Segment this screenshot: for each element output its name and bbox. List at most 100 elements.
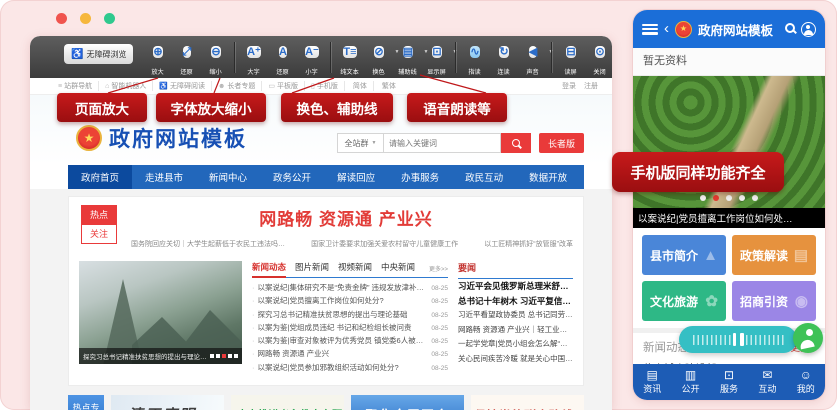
mobile-tile[interactable]: 文化旅游 ✿ [642,281,726,321]
voice-assistant-button[interactable] [793,323,823,353]
special-banner[interactable]: 大力推进义务教育专题 [231,395,344,410]
login-link[interactable]: 登录 [562,81,576,91]
toolbar-button[interactable]: ∿ 指读 [461,41,488,76]
news-list-item[interactable]: · 以案为鉴|党组成员违纪 书记和纪检组长被问责 08-25 [252,322,448,335]
brief-item[interactable]: 关心民间疾苦冷暖 就是关心中国经济冷暖 [458,352,573,367]
carousel-dot[interactable] [228,354,232,358]
toolbar-button[interactable]: ⤢ 还原 [173,41,200,76]
carousel-dot[interactable] [752,195,758,201]
carousel-dot-active[interactable] [713,195,719,201]
mobile-nav-item[interactable]: ✉ 互动 [748,364,786,400]
mobile-nav-item[interactable]: ☺ 我的 [787,364,825,400]
nav-item[interactable]: 新闻中心 [196,165,260,189]
nav-item[interactable]: 办事服务 [388,165,452,189]
mobile-tile[interactable]: 招商引资 ◉ [732,281,816,321]
more-link[interactable]: 更多>> [429,264,448,273]
nav-item[interactable]: 走进县市 [132,165,196,189]
carousel-dot[interactable] [726,195,732,201]
carousel-dot[interactable] [700,195,706,201]
carousel-dot[interactable] [234,354,238,358]
nav-item[interactable]: 解读回应 [324,165,388,189]
hot-link[interactable]: 国务院回应关切｜大学生起薪低于农民工违法吗… [131,239,285,249]
brief-item[interactable]: 一起学党章|党员小组会怎么解“共产主义渺茫论” [458,337,573,352]
news-list-item[interactable]: · 以案为鉴|审查对象被评为优秀党员 镇党委6人被问责 08-25 [252,335,448,348]
toolbar-button[interactable]: A 还原 [269,41,296,76]
utility-link[interactable]: ≡ 站群导航 [52,81,99,91]
search-scope-select[interactable]: 全站群 ▼ [337,133,383,153]
search-button[interactable] [501,133,531,153]
news-list-item[interactable]: · 探究习总书记精准扶贫思想的提出与理论基础 08-25 [252,309,448,322]
utility-link[interactable]: ▯ 手机版 [305,81,345,91]
utility-link[interactable]: ▭ 平板版 [262,81,305,91]
tab-news[interactable]: 图片新闻 [295,261,329,273]
elder-version-button[interactable]: 长者版 [539,133,584,153]
nav-item[interactable]: 政府首页 [68,165,132,189]
toolbar-button[interactable]: ⊖ 缩小 [202,41,229,76]
hot-link[interactable]: 国家卫计委要求加强关爱农村留守儿童健康工作 [311,239,458,249]
utility-link[interactable]: ⌂ 智能机器人 [99,81,153,91]
toolbar-button[interactable]: ◀ ▼ 声音 [519,41,546,76]
user-icon[interactable] [801,22,816,37]
mobile-nav-item[interactable]: ▤ 资讯 [633,364,671,400]
news-list-item[interactable]: · 网路畅 资源通 产业兴 08-25 [252,348,448,361]
carousel-dot[interactable] [216,354,220,358]
toolbar-button-icon: A⁺ [240,41,267,63]
toolbar-button-label: 声音 [520,66,546,76]
toolbar-button[interactable]: A⁻ 小字 [298,41,325,76]
close-window-button[interactable] [56,13,67,24]
utility-link[interactable]: ♿ 无障碍阅读 [153,81,212,91]
site-logo[interactable]: ★ 政府网站模板 [76,123,247,153]
toolbar-button[interactable]: ▤ ▼ 辅助线 [394,41,421,76]
news-carousel[interactable]: 探究习总书记精准扶贫思想的提出与理论基础 [79,261,242,364]
maximize-window-button[interactable] [104,13,115,24]
search-input[interactable] [383,133,501,153]
accessibility-toggle-button[interactable]: ♿ 无障碍浏览 [64,44,133,64]
news-list-item[interactable]: · 以案说纪|党员擅离工作岗位如何处分? 08-25 [252,295,448,308]
toolbar-button-label: 还原 [270,66,296,76]
toolbar-button[interactable]: ⊙ 关闭 [586,41,612,76]
carousel-dot[interactable] [210,354,214,358]
news-list-item[interactable]: · 以案说纪|集体研究不是“免责金牌” 违规发放津补贴被… 08-25 [252,282,448,295]
toolbar-button[interactable]: ⊡ ▼ 显示屏 [423,41,450,76]
special-banner[interactable]: 坚持党的群众路线 [471,395,584,410]
tab-news[interactable]: 视频新闻 [338,261,372,273]
utility-link[interactable]: ☻ 长者专题 [212,81,262,91]
tab-news[interactable]: 中央新闻 [381,261,415,273]
register-link[interactable]: 注册 [584,81,598,91]
brief-item[interactable]: 习近平看望政协委员 总书记同劳动人民在一起 [458,308,573,323]
carousel-dot-active[interactable] [222,354,226,358]
mobile-nav-item[interactable]: ▥ 公开 [671,364,709,400]
mobile-carousel-caption[interactable]: 以案说纪|党员擅离工作岗位如何处… [633,208,825,228]
toolbar-button[interactable]: ↻ 连读 [490,41,517,76]
nav-item[interactable]: 政民互动 [452,165,516,189]
hot-link[interactable]: 以工匠精神抓好“放管服”改革 [484,239,573,249]
mobile-nav-item[interactable]: ⊡ 服务 [710,364,748,400]
hot-headline[interactable]: 网路畅 资源通 产业兴 [79,205,573,230]
toolbar-button[interactable]: T≡ 纯文本 [336,41,363,76]
brief-item[interactable]: 网路畅 资源通 产业兴｜轻工业调整和振兴规划 [458,323,573,338]
utility-link[interactable]: 繁体 [374,81,402,91]
utility-link[interactable]: 简体 [345,81,374,91]
carousel-dot[interactable] [739,195,745,201]
search-icon[interactable] [785,20,795,38]
mobile-tile[interactable]: 县市简介 ▲ [642,235,726,275]
back-icon[interactable]: ‹ [664,21,669,36]
tab-news-active[interactable]: 新闻动态 [252,261,286,273]
toolbar-button[interactable]: ⊘ ▼ 换色 [365,41,392,76]
nav-item[interactable]: 政务公开 [260,165,324,189]
toolbar-button[interactable]: ⊕ 放大 [144,41,171,76]
toolbar-button[interactable]: A⁺ 大字 [240,41,267,76]
news-list-item[interactable]: · 以案说纪|党员参加邪教组织活动如何处分? 08-25 [252,362,448,375]
toolbar-button[interactable]: ⊟ 读屏 [557,41,584,76]
brief-item-bold[interactable]: 习近平会见俄罗斯总理米舒斯京 [458,279,573,294]
minimize-window-button[interactable] [80,13,91,24]
utility-link-label: 无障碍阅读 [170,81,205,91]
brief-item-bold[interactable]: 总书记十年树木 习近平复信希腊学者 [458,294,573,309]
mobile-tile[interactable]: 政策解读 ▤ [732,235,816,275]
nav-item[interactable]: 专题专栏 [580,165,612,189]
special-banner[interactable]: 聚焦全国两会 [351,395,464,410]
special-banner[interactable]: 清正廉明 [111,395,224,410]
nav-item[interactable]: 数据开放 [516,165,580,189]
menu-icon[interactable] [642,24,658,35]
audio-player[interactable] [679,326,797,353]
